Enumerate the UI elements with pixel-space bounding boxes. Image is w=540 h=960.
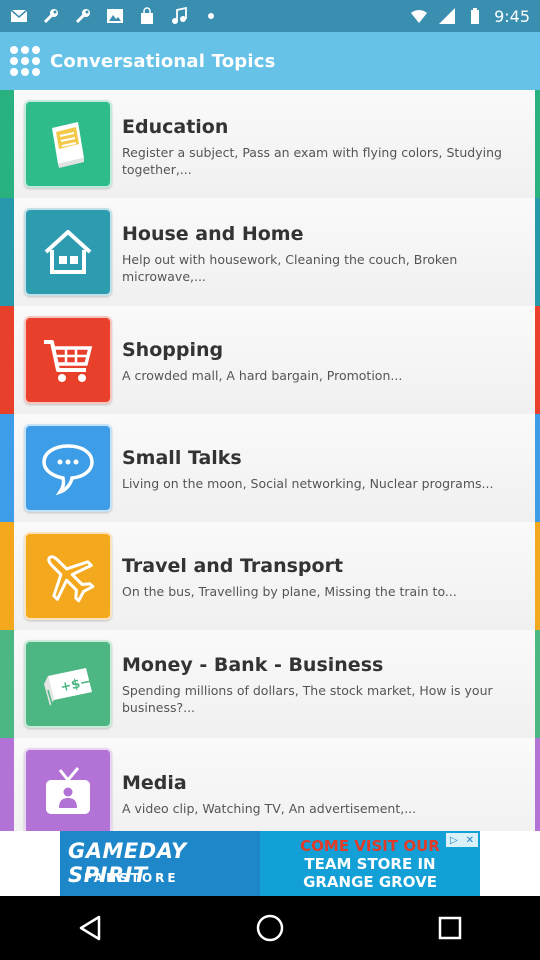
home-icon[interactable] (250, 908, 290, 948)
ad-subtitle: FANSTORE (84, 871, 179, 885)
topic-row-education[interactable]: Education Register a subject, Pass an ex… (0, 90, 540, 198)
recents-icon[interactable] (430, 908, 470, 948)
airplane-icon (24, 532, 112, 620)
topic-title: Money - Bank - Business (122, 654, 384, 676)
topic-description: Register a subject, Pass an exam with fl… (122, 145, 502, 177)
shopping-bag-icon (141, 7, 153, 24)
battery-icon (471, 8, 480, 24)
topic-title: Education (122, 116, 229, 138)
system-icons: 9:45 (410, 7, 530, 26)
ad-message: COME VISIT OUR TEAM STORE IN GRANGE GROV… (300, 837, 440, 891)
house-icon (24, 208, 112, 296)
app-title: Conversational Topics (50, 50, 276, 72)
topic-title: Media (122, 772, 187, 794)
app-bar: Conversational Topics (0, 32, 540, 90)
image-icon (107, 9, 123, 23)
topic-description: On the bus, Travelling by plane, Missing… (122, 584, 457, 599)
topic-description: A video clip, Watching TV, An advertisem… (122, 801, 417, 816)
wifi-icon (411, 9, 428, 23)
topic-row-travel-and-transport[interactable]: Travel and Transport On the bus, Travell… (0, 522, 540, 630)
mail-icon (10, 9, 28, 22)
book-icon (24, 100, 112, 188)
chat-bubble-icon (24, 424, 112, 512)
back-icon[interactable] (70, 908, 110, 948)
topics-list: Education Register a subject, Pass an ex… (0, 90, 540, 831)
topic-title: Travel and Transport (122, 555, 344, 577)
signal-icon (439, 8, 456, 24)
topic-row-small-talks[interactable]: Small Talks Living on the moon, Social n… (0, 414, 540, 522)
wrench-icon (43, 9, 58, 24)
topic-row-house-and-home[interactable]: House and Home Help out with housework, … (0, 198, 540, 306)
notification-icons (10, 7, 220, 25)
wrench-icon (75, 9, 90, 24)
dot-icon (208, 13, 214, 19)
topic-title: Small Talks (122, 447, 242, 469)
topic-description: Help out with housework, Cleaning the co… (122, 252, 458, 284)
topic-row-media[interactable]: Media A video clip, Watching TV, An adve… (0, 738, 540, 831)
topic-title: Shopping (122, 339, 224, 361)
ad-choices-icon[interactable]: ▷ ✕ (446, 833, 478, 847)
apps-grid-icon[interactable] (8, 44, 42, 78)
cart-icon (24, 316, 112, 404)
status-bar: 9:45 (0, 0, 540, 32)
navigation-bar (0, 896, 540, 960)
ad-container: GAMEDAY SPIRIT FANSTORE COME VISIT OUR T… (0, 831, 540, 896)
ad-banner[interactable]: GAMEDAY SPIRIT FANSTORE COME VISIT OUR T… (60, 831, 480, 896)
topic-description: Spending millions of dollars, The stock … (122, 683, 493, 715)
money-icon: +$− (24, 640, 112, 728)
topic-description: Living on the moon, Social networking, N… (122, 476, 494, 491)
topic-row-shopping[interactable]: Shopping A crowded mall, A hard bargain,… (0, 306, 540, 414)
tv-icon (24, 748, 112, 831)
status-time: 9:45 (494, 6, 530, 26)
topic-description: A crowded mall, A hard bargain, Promotio… (122, 368, 403, 383)
music-icon (172, 7, 187, 24)
topic-row-money-bank-business[interactable]: +$− Money - Bank - Business Spending mil… (0, 630, 540, 738)
topic-title: House and Home (122, 223, 304, 245)
